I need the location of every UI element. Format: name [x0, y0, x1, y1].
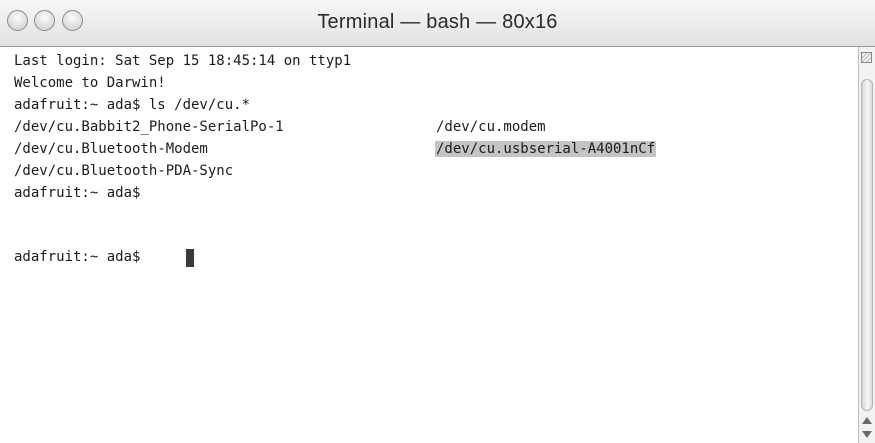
terminal-line-command: adafruit:~ ada$ ls /dev/cu.*: [14, 97, 251, 113]
terminal-output-item: /dev/cu.modem: [436, 119, 546, 135]
terminal-output-item: /dev/cu.Babbit2_Phone-SerialPo-1: [14, 119, 284, 135]
terminal-output-row-cell: /dev/cu.usbserial-A4001nCf: [435, 138, 657, 160]
terminal-content[interactable]: Last login: Sat Sep 15 18:45:14 on ttyp1…: [0, 47, 858, 443]
terminal-line-login: Last login: Sat Sep 15 18:45:14 on ttyp1: [14, 53, 352, 69]
terminal-output-item: /dev/cu.Bluetooth-Modem: [14, 141, 208, 157]
scroll-up-arrow-icon[interactable]: [862, 417, 872, 424]
text-cursor: [186, 249, 194, 267]
window-title: Terminal — bash — 80x16: [317, 11, 558, 33]
scroll-down-arrow-icon[interactable]: [862, 431, 872, 438]
terminal-output-item: /dev/cu.Bluetooth-PDA-Sync: [14, 163, 234, 179]
selected-text[interactable]: /dev/cu.usbserial-A4001nCf: [435, 141, 657, 157]
vertical-scrollbar[interactable]: [858, 47, 875, 443]
title-bar[interactable]: Terminal — bash — 80x16: [0, 0, 875, 47]
terminal-window: Terminal — bash — 80x16 Last login: Sat …: [0, 0, 875, 443]
terminal-line-welcome: Welcome to Darwin!: [14, 75, 166, 91]
toolbar-toggle-icon[interactable]: [861, 52, 872, 63]
terminal-prompt-active: adafruit:~ ada$: [14, 249, 141, 265]
terminal-prompt: adafruit:~ ada$: [14, 185, 141, 201]
scroll-thumb[interactable]: [861, 79, 873, 411]
